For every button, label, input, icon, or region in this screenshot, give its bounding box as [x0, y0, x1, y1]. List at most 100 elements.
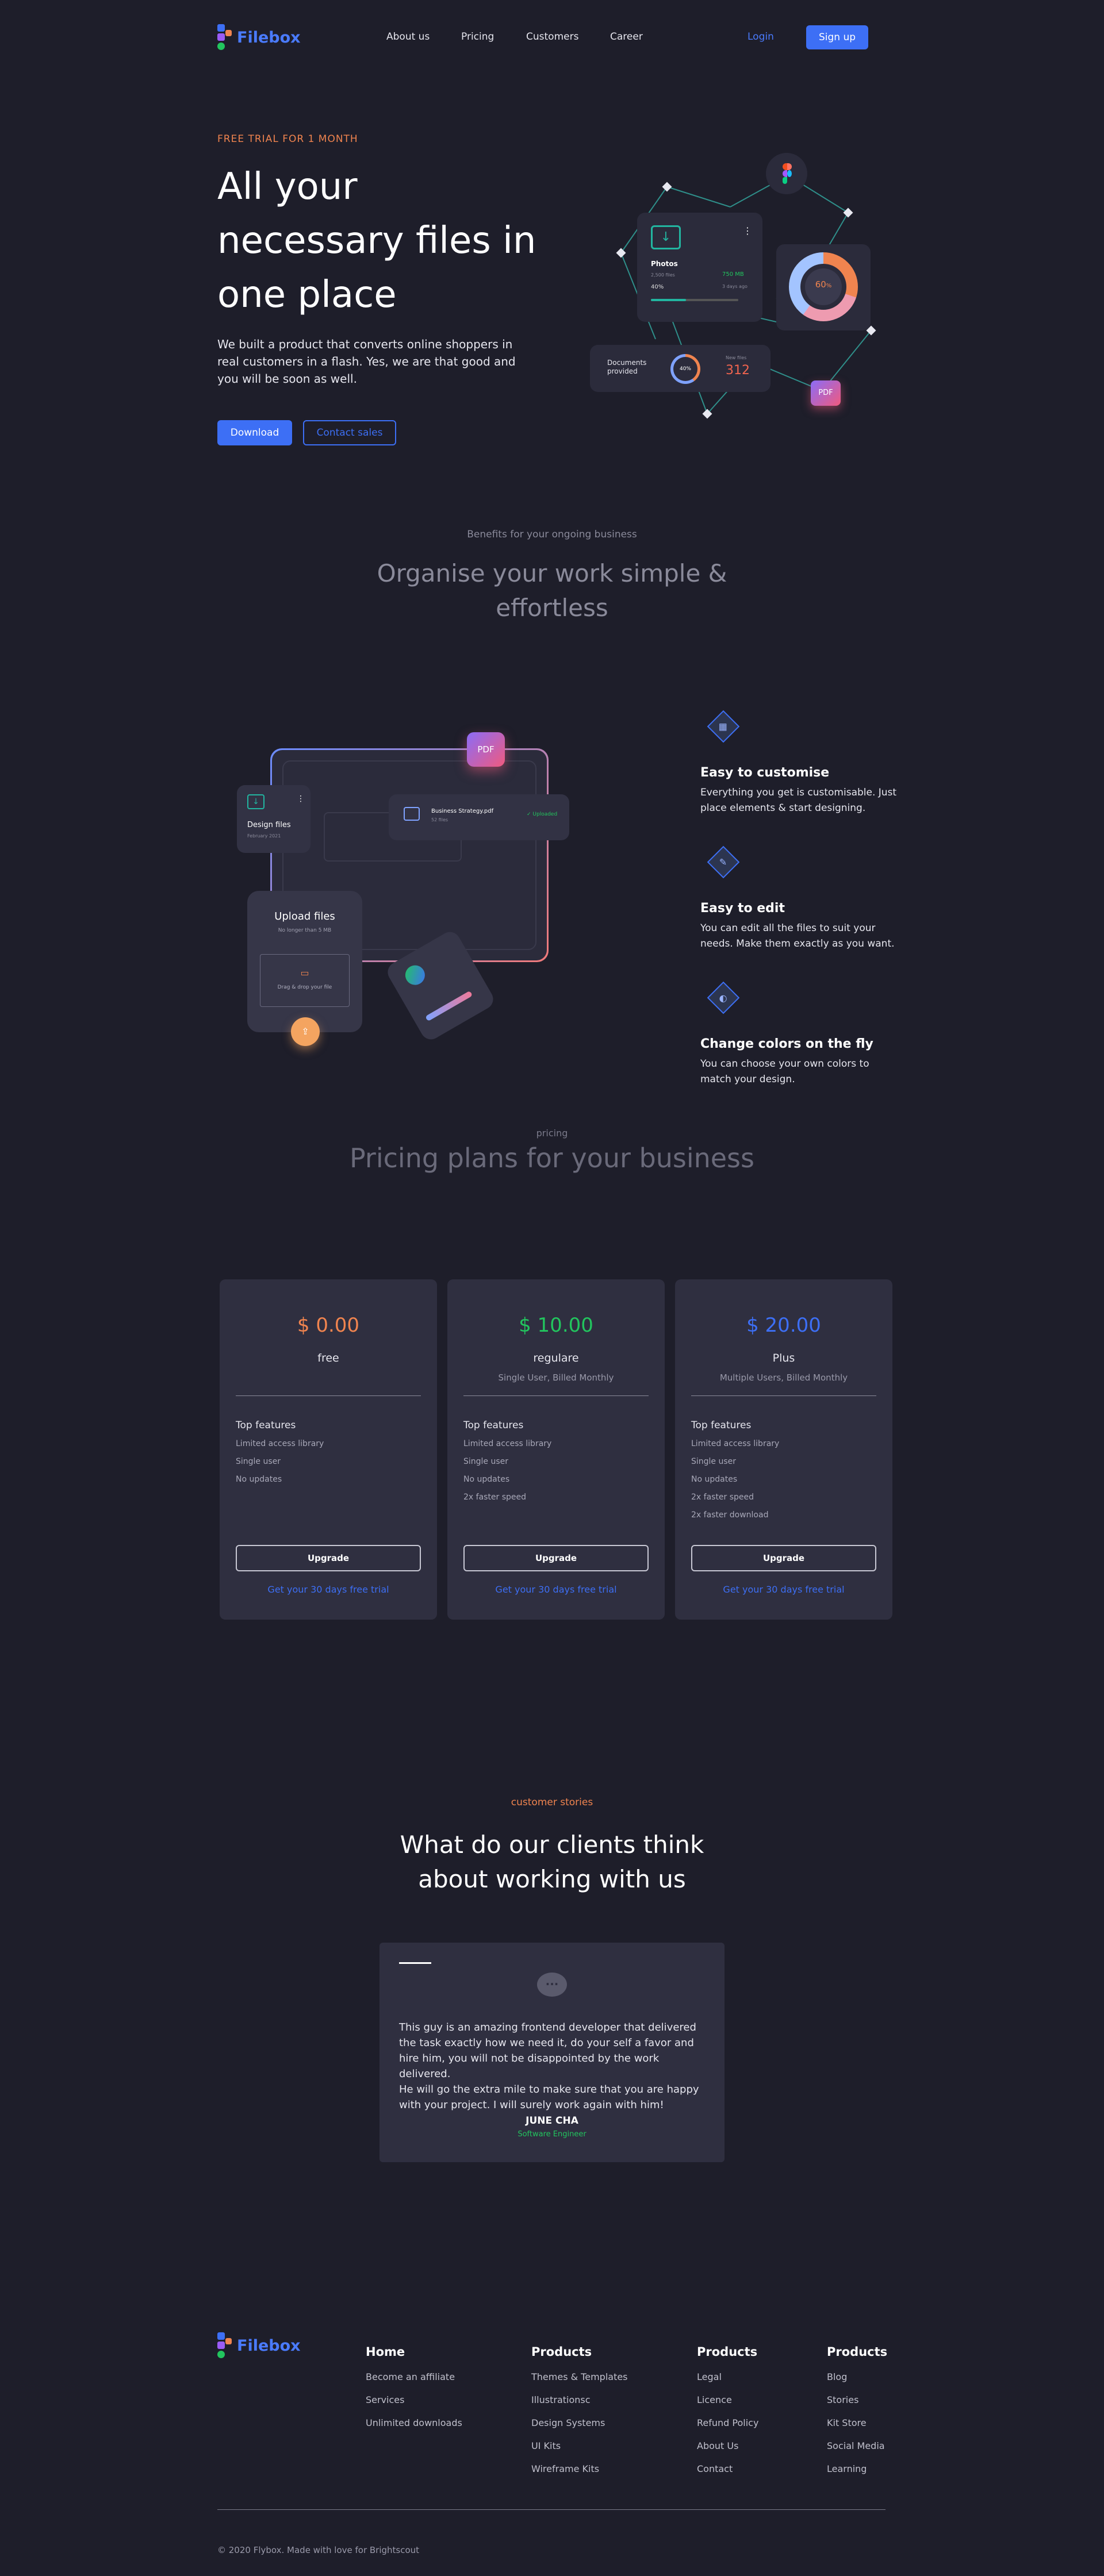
- ring-card: 60%: [776, 244, 871, 330]
- footer-link[interactable]: Design Systems: [531, 2417, 605, 2428]
- login-link[interactable]: Login: [747, 31, 774, 43]
- plan-card-plus: $ 20.00 Plus Multiple Users, Billed Mont…: [675, 1279, 892, 1620]
- folder-download-icon: ↓: [651, 225, 681, 249]
- footer-link[interactable]: Services: [366, 2394, 404, 2405]
- feature-title-1: Easy to customise: [700, 766, 830, 780]
- plan-price: $ 10.00: [519, 1314, 593, 1337]
- divider: [236, 1395, 421, 1396]
- plan-name: free: [317, 1352, 339, 1364]
- documents-count: 312: [726, 363, 750, 378]
- brand-logo[interactable]: Filebox: [217, 24, 301, 51]
- top-features-label: Top features: [236, 1420, 296, 1431]
- footer-link[interactable]: Learning: [827, 2463, 867, 2474]
- logo-icon: [217, 2332, 232, 2359]
- upgrade-button[interactable]: Upgrade: [463, 1545, 649, 1571]
- upload-card: Upload files No longer than 5 MB ▭ Drag …: [247, 891, 362, 1032]
- list-item: 2x faster speed: [463, 1493, 527, 1502]
- hero-title: All your necessary files in one place: [217, 166, 536, 316]
- footer-logo[interactable]: Filebox: [217, 2332, 301, 2359]
- free-trial-link[interactable]: Get your 30 days free trial: [220, 1584, 437, 1595]
- upgrade-button[interactable]: Upgrade: [236, 1545, 421, 1571]
- list-item: Limited access library: [691, 1439, 780, 1448]
- photos-size: 750 MB: [722, 271, 744, 278]
- upload-subtitle: No longer than 5 MB: [278, 928, 332, 933]
- more-icon: ⋮: [297, 794, 305, 803]
- pricing-title: Pricing plans for your business: [350, 1143, 754, 1174]
- upgrade-button[interactable]: Upgrade: [691, 1545, 876, 1571]
- free-trial-link[interactable]: Get your 30 days free trial: [447, 1584, 665, 1595]
- figma-icon: [783, 163, 792, 184]
- list-item: Limited access library: [236, 1439, 324, 1448]
- footer-link[interactable]: Social Media: [827, 2440, 885, 2451]
- footer-link[interactable]: About Us: [697, 2440, 738, 2451]
- divider: [463, 1395, 649, 1396]
- signup-button[interactable]: Sign up: [806, 25, 868, 49]
- footer-link[interactable]: Unlimited downloads: [366, 2417, 462, 2428]
- footer-link[interactable]: Wireframe Kits: [531, 2463, 599, 2474]
- brand-name: Filebox: [237, 2336, 301, 2355]
- accent-bar: [399, 1962, 431, 1964]
- feature-list: Limited access library Single user No up…: [691, 1439, 779, 1528]
- document-name: Business Strategy.pdf: [431, 808, 494, 814]
- footer-heading-products-2: Products: [697, 2345, 758, 2359]
- footer-link[interactable]: Contact: [697, 2463, 733, 2474]
- nav-customers[interactable]: Customers: [526, 31, 578, 43]
- footer-link[interactable]: UI Kits: [531, 2440, 561, 2451]
- documents-small: New files: [726, 355, 747, 360]
- footer-link[interactable]: Illustrationsc: [531, 2394, 591, 2405]
- donut-chart: 60%: [789, 252, 858, 321]
- documents-card: Documents provided 40% New files 312: [590, 345, 770, 392]
- footer-link[interactable]: Legal: [697, 2371, 722, 2382]
- footer-link[interactable]: Themes & Templates: [531, 2371, 628, 2382]
- design-files-date: February 2021: [247, 833, 281, 839]
- design-files-label: Design files: [247, 821, 291, 829]
- photos-date: 3 days ago: [722, 284, 747, 289]
- footer-link[interactable]: Blog: [827, 2371, 847, 2382]
- footer-heading-products: Products: [531, 2345, 592, 2359]
- list-item: Single user: [691, 1457, 737, 1466]
- photos-percent: 40%: [651, 284, 664, 290]
- download-button[interactable]: Download: [217, 420, 292, 445]
- testimonial-quote: This guy is an amazing frontend develope…: [399, 2021, 699, 2111]
- plan-name: regulare: [533, 1352, 579, 1364]
- benefits-title: Organise your work simple & effortless: [377, 559, 727, 622]
- feature-list: Limited access library Single user No up…: [463, 1439, 551, 1510]
- feature-icon-1: ▦: [707, 710, 740, 743]
- testimonial-eyebrow: customer stories: [511, 1797, 593, 1808]
- nav-career[interactable]: Career: [610, 31, 643, 43]
- footer-link[interactable]: Refund Policy: [697, 2417, 758, 2428]
- feature-title-3: Change colors on the fly: [700, 1037, 873, 1051]
- feature-icon-2: ✎: [707, 845, 740, 879]
- plan-price: $ 20.00: [746, 1314, 821, 1337]
- benefits-illustration: ↓ ⋮ Design files February 2021 Business …: [230, 730, 575, 1052]
- footer-link[interactable]: Stories: [827, 2394, 858, 2405]
- palette-icon: ◐: [719, 992, 727, 1004]
- plan-subtitle: Single User, Billed Monthly: [498, 1372, 614, 1383]
- contact-sales-button[interactable]: Contact sales: [303, 420, 396, 445]
- brand-name: Filebox: [237, 28, 301, 47]
- documents-label: Documents provided: [607, 359, 647, 375]
- design-files-card: ↓ ⋮ Design files February 2021: [237, 785, 310, 853]
- footer-link[interactable]: Kit Store: [827, 2417, 867, 2428]
- upload-icon[interactable]: ⇪: [291, 1017, 320, 1046]
- free-trial-link[interactable]: Get your 30 days free trial: [675, 1584, 892, 1595]
- nav-about-us[interactable]: About us: [386, 31, 430, 43]
- testimonial-card: ··· This guy is an amazing frontend deve…: [379, 1943, 724, 2162]
- footer-link[interactable]: Become an affiliate: [366, 2371, 455, 2382]
- nav-pricing[interactable]: Pricing: [461, 31, 494, 43]
- plan-card-free: $ 0.00 free Top features Limited access …: [220, 1279, 437, 1620]
- more-icon: ⋮: [743, 225, 752, 236]
- footer-link[interactable]: Licence: [697, 2394, 732, 2405]
- plan-price: $ 0.00: [297, 1314, 360, 1337]
- drop-zone[interactable]: ▭ Drag & drop your file: [260, 954, 350, 1007]
- pdf-badge: PDF: [467, 732, 505, 767]
- testimonial-name: JUNE CHA: [526, 2115, 578, 2127]
- hero-description: We built a product that converts online …: [217, 337, 516, 386]
- feature-icon-3: ◐: [707, 981, 740, 1014]
- feature-text-2: You can edit all the files to suit your …: [700, 922, 895, 949]
- folder-open-icon: ▭: [300, 967, 309, 978]
- top-features-label: Top features: [691, 1420, 752, 1431]
- folder-icon: ↓: [247, 794, 264, 809]
- feature-text-1: Everything you get is customisable. Just…: [700, 787, 897, 814]
- list-item: Limited access library: [463, 1439, 552, 1448]
